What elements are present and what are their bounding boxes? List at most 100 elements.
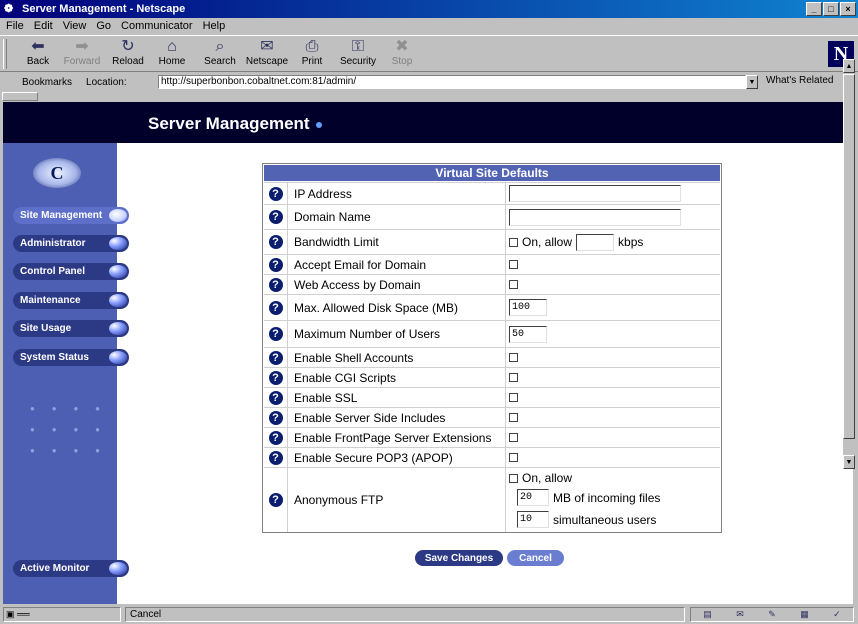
shell-accounts-checkbox[interactable] <box>509 353 518 362</box>
menu-go[interactable]: Go <box>96 20 111 32</box>
discussion-icon[interactable]: ✎ <box>768 609 776 620</box>
netscape-icon: ✉ <box>260 38 274 55</box>
minimize-button[interactable]: _ <box>806 2 822 16</box>
help-icon[interactable]: ? <box>268 370 283 385</box>
field-label: Enable CGI Scripts <box>294 370 397 385</box>
help-icon[interactable]: ? <box>268 257 283 272</box>
help-icon[interactable]: ? <box>268 410 283 425</box>
ftp-users-input[interactable]: 10 <box>517 511 549 528</box>
collapsed-toolbar-strip <box>0 91 858 102</box>
search-icon: ⌕ <box>215 38 225 55</box>
help-icon[interactable]: ? <box>268 430 283 445</box>
url-field[interactable]: http://superbonbon.cobaltnet.com:81/admi… <box>158 75 746 89</box>
menu-communicator[interactable]: Communicator <box>121 20 193 32</box>
title-bar: ❁ Server Management - Netscape _ □ × <box>0 0 858 18</box>
domain-name-input[interactable] <box>509 208 681 226</box>
sidebar-item-site-usage[interactable]: Site Usage <box>13 320 129 337</box>
save-changes-button[interactable]: Save Changes <box>415 550 503 566</box>
mail-icon[interactable]: ✉ <box>736 609 744 620</box>
field-label: Max. Allowed Disk Space (MB) <box>294 300 459 315</box>
form-row-accept-email: ? Accept Email for Domain <box>264 254 720 274</box>
menu-view[interactable]: View <box>63 20 87 32</box>
web-access-checkbox[interactable] <box>509 280 518 289</box>
help-icon[interactable]: ? <box>268 277 283 292</box>
form-row-cgi-scripts: ? Enable CGI Scripts <box>264 367 720 387</box>
form-row-anonymous-ftp: ? Anonymous FTP On, allow 20 MB of incomi… <box>264 467 720 532</box>
scroll-up-icon[interactable]: ▲ <box>843 59 855 73</box>
ssi-checkbox[interactable] <box>509 413 518 422</box>
print-button[interactable]: ⎙ Print <box>292 38 332 70</box>
window-controls: _ □ × <box>805 2 856 16</box>
sidebar-item-administrator[interactable]: Administrator <box>13 235 129 252</box>
bandwidth-kbps-input[interactable] <box>576 233 615 251</box>
home-button[interactable]: ⌂ Home <box>152 38 192 70</box>
print-icon: ⎙ <box>305 38 319 55</box>
help-icon[interactable]: ? <box>268 390 283 405</box>
check-icon[interactable]: ✓ <box>833 609 841 620</box>
help-icon[interactable]: ? <box>268 186 283 201</box>
max-users-input[interactable]: 50 <box>509 325 547 343</box>
back-button[interactable]: ⬅ Back <box>18 38 58 70</box>
search-button[interactable]: ⌕ Search <box>200 38 240 70</box>
sidebar-item-control-panel[interactable]: Control Panel <box>13 263 129 280</box>
menu-edit[interactable]: Edit <box>34 20 53 32</box>
help-icon[interactable]: ? <box>268 235 283 249</box>
forward-button[interactable]: ➡ Forward <box>62 38 102 70</box>
field-label: Domain Name <box>294 210 371 224</box>
field-label: Enable FrontPage Server Extensions <box>294 430 492 445</box>
ftp-incoming-mb-input[interactable]: 20 <box>517 489 549 506</box>
security-status-icon[interactable]: ▣ ══ <box>3 607 121 622</box>
netscape-button[interactable]: ✉ Netscape <box>246 38 288 70</box>
nav-knob-icon <box>109 322 127 335</box>
collapsed-toolbar-tab[interactable] <box>2 92 38 101</box>
scrollbar-thumb[interactable] <box>843 74 855 439</box>
menu-bar: File Edit View Go Communicator Help <box>0 18 858 34</box>
menu-file[interactable]: File <box>6 20 24 32</box>
anonymous-ftp-checkbox[interactable] <box>509 473 518 483</box>
decorative-dots: ● ● ● ● <box>30 404 100 413</box>
cancel-button[interactable]: Cancel <box>507 550 564 566</box>
vertical-scrollbar[interactable]: ▲ ▼ <box>843 59 855 469</box>
bandwidth-checkbox[interactable] <box>509 237 518 247</box>
form-row-ssl: ? Enable SSL <box>264 387 720 407</box>
sidebar-item-site-management[interactable]: Site Management <box>13 207 129 224</box>
close-button[interactable]: × <box>840 2 856 16</box>
composer-icon[interactable]: ▦ <box>800 609 809 620</box>
disk-space-input[interactable]: 100 <box>509 299 547 316</box>
home-icon: ⌂ <box>167 38 177 55</box>
accept-email-checkbox[interactable] <box>509 260 518 269</box>
field-label: Accept Email for Domain <box>294 257 427 272</box>
form-row-domain-name: ? Domain Name <box>264 204 720 229</box>
form-row-frontpage: ? Enable FrontPage Server Extensions <box>264 427 720 447</box>
nav-knob-icon <box>109 294 127 307</box>
scroll-down-icon[interactable]: ▼ <box>843 455 855 469</box>
cgi-scripts-checkbox[interactable] <box>509 373 518 382</box>
sidebar-item-maintenance[interactable]: Maintenance <box>13 292 129 309</box>
toolbar-grip[interactable] <box>3 39 7 69</box>
security-button[interactable]: ⚿ Security <box>338 38 378 70</box>
apop-checkbox[interactable] <box>509 453 518 462</box>
help-icon[interactable]: ? <box>268 350 283 365</box>
field-label: Enable SSL <box>294 390 358 405</box>
sidebar-item-system-status[interactable]: System Status <box>13 349 129 366</box>
help-icon[interactable]: ? <box>268 300 283 315</box>
frontpage-checkbox[interactable] <box>509 433 518 442</box>
maximize-button[interactable]: □ <box>823 2 839 16</box>
bookmarks-button[interactable]: Bookmarks <box>22 77 72 88</box>
ssl-checkbox[interactable] <box>509 393 518 402</box>
help-icon[interactable]: ? <box>268 327 283 341</box>
form-row-ip-address: ? IP Address <box>264 182 720 204</box>
nav-knob-icon <box>109 237 127 250</box>
help-icon[interactable]: ? <box>268 450 283 465</box>
stop-button[interactable]: ✖ Stop <box>382 38 422 70</box>
ip-address-input[interactable] <box>509 185 681 202</box>
cobalt-logo: C <box>33 158 81 188</box>
menu-help[interactable]: Help <box>203 20 226 32</box>
reload-button[interactable]: ↻ Reload <box>108 38 148 70</box>
help-icon[interactable]: ? <box>268 210 283 224</box>
location-bar: Bookmarks Location: http://superbonbon.c… <box>0 73 858 91</box>
whats-related-button[interactable]: What's Related <box>766 75 834 86</box>
back-arrow-icon: ⬅ <box>31 38 45 55</box>
help-icon[interactable]: ? <box>268 493 283 507</box>
url-dropdown-icon[interactable]: ▼ <box>746 75 758 89</box>
